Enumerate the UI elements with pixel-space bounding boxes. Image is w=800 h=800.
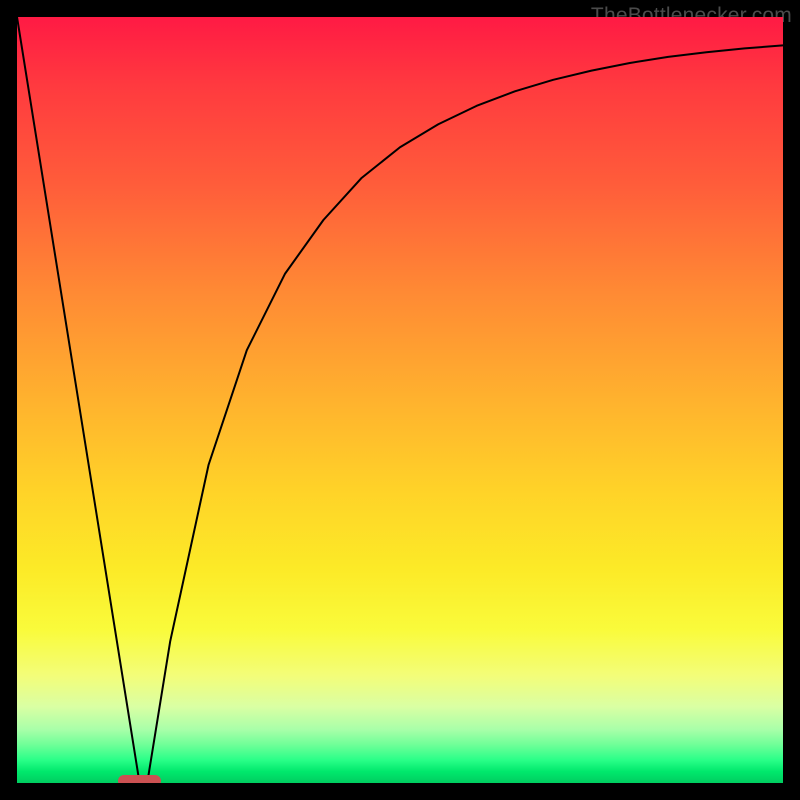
chart-container: TheBottlenecker.com [0,0,800,800]
optimal-marker [118,775,162,783]
bottleneck-curve [17,17,783,783]
plot-area [17,17,783,783]
